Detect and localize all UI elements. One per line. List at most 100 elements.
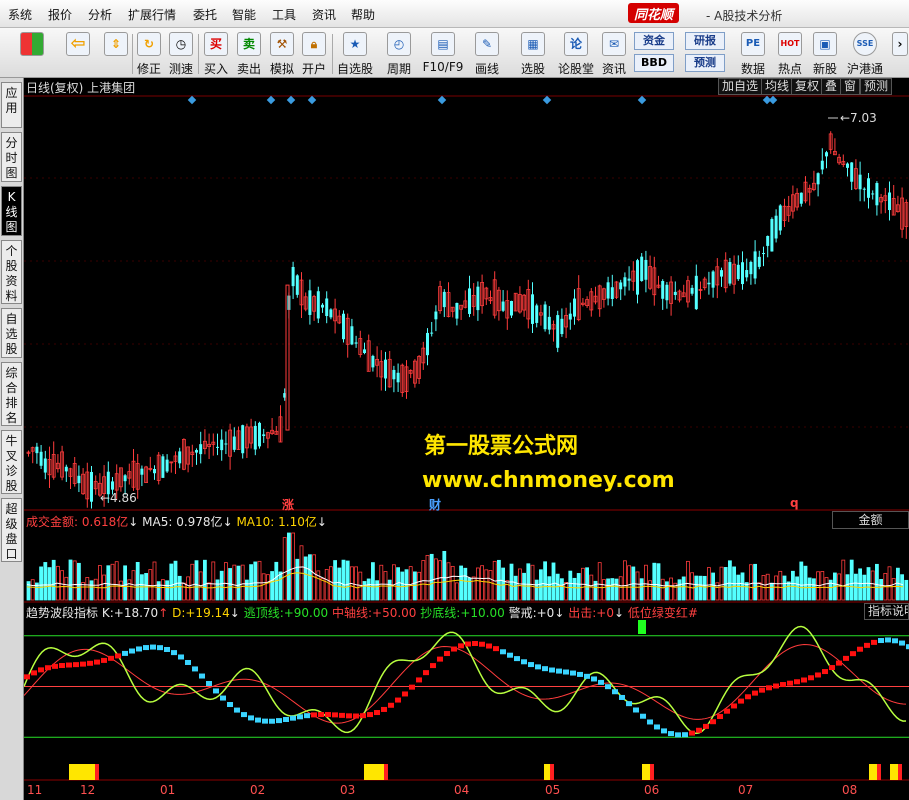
candle-body xyxy=(442,291,446,308)
info-diamond-icon xyxy=(437,95,447,105)
forecast-button[interactable]: 预测 xyxy=(685,54,725,72)
event-finance[interactable]: 财 xyxy=(429,496,441,513)
volume-bar xyxy=(379,564,384,601)
volume-bar xyxy=(547,576,552,601)
stock-select-button[interactable]: ▦ 选股 xyxy=(512,28,554,78)
trend-block xyxy=(514,656,520,662)
hot-button[interactable]: HOT 热点 xyxy=(772,28,808,78)
candle-body xyxy=(43,458,47,473)
candle-body xyxy=(140,468,144,475)
volume-bar xyxy=(110,563,115,601)
volume-bar xyxy=(156,581,161,601)
f10-button[interactable]: ▤ F10/F9 xyxy=(421,28,465,78)
tab-diagnosis[interactable]: 牛叉诊股 xyxy=(1,430,22,494)
middle-value: +50.00 xyxy=(372,606,417,620)
trend-block xyxy=(696,727,702,733)
buy-button[interactable]: 买 买入 xyxy=(200,28,232,78)
forecast-chart-button[interactable]: 预测 xyxy=(860,78,893,95)
menu-ext-quote[interactable]: 扩展行情 xyxy=(128,6,176,23)
tab-ranking[interactable]: 综合排名 xyxy=(1,362,22,426)
trend-block xyxy=(479,641,485,647)
draw-line-button[interactable]: ✎ 画线 xyxy=(466,28,508,78)
fix-button[interactable]: ↻ 修正 xyxy=(133,28,165,78)
menu-system[interactable]: 系统 xyxy=(8,6,32,23)
trend-block xyxy=(829,665,835,671)
up-down-button[interactable]: ⇕ xyxy=(100,28,132,78)
forum-button[interactable]: 论 论股堂 xyxy=(556,28,596,78)
tab-intraday[interactable]: 分时图 xyxy=(1,132,22,182)
price-panel-header: 日线(复权) 上港集团 xyxy=(26,81,136,95)
trend-block xyxy=(500,649,506,655)
overlay-button[interactable]: 叠 xyxy=(821,78,842,95)
volume-bar xyxy=(875,563,879,601)
volume-bar xyxy=(135,561,140,601)
simulate-button[interactable]: ⚒ 模拟 xyxy=(266,28,298,78)
amount-button[interactable]: 金额 xyxy=(832,511,909,529)
tab-kline[interactable]: K线图 xyxy=(1,186,22,236)
more-button[interactable]: › xyxy=(891,28,909,78)
lock-icon: 🔒︎ xyxy=(302,32,326,56)
volume-bar xyxy=(270,571,275,601)
period-button[interactable]: ◴ 周期 xyxy=(378,28,420,78)
candle-body xyxy=(560,318,564,335)
candle-body xyxy=(434,311,438,320)
speed-test-button[interactable]: ◷ 测速 xyxy=(165,28,197,78)
volume-bar xyxy=(904,579,909,601)
trend-block xyxy=(346,713,352,719)
menu-analysis[interactable]: 分析 xyxy=(88,6,112,23)
event-limit-up[interactable]: 涨 xyxy=(282,496,294,513)
candle-body xyxy=(384,359,387,379)
volume-bar xyxy=(475,567,480,601)
open-account-button[interactable]: 🔒︎ 开户 xyxy=(298,28,330,78)
volume-bar xyxy=(173,560,178,601)
adjust-button[interactable]: 复权 xyxy=(791,78,824,95)
candle-body xyxy=(820,160,824,170)
grid-button[interactable] xyxy=(12,28,52,78)
indicator-help-button[interactable]: 指标说明 xyxy=(864,603,909,620)
candle-body xyxy=(216,446,219,448)
tab-watchlist[interactable]: 自选股 xyxy=(1,308,22,358)
tab-profile[interactable]: 个股资料 xyxy=(1,240,22,304)
tab-apps[interactable]: 应用 xyxy=(1,82,22,128)
news-button[interactable]: ✉ 资讯 xyxy=(598,28,630,78)
d-label: D: xyxy=(172,606,186,620)
sell-button[interactable]: 卖 卖出 xyxy=(233,28,265,78)
data-button[interactable]: PE 数据 xyxy=(736,28,770,78)
back-button[interactable]: ⇦ xyxy=(58,28,98,78)
volume-bar xyxy=(207,582,212,601)
fund-button[interactable]: 资金 xyxy=(634,32,674,50)
bbd-button[interactable]: BBD xyxy=(634,54,674,72)
new-stock-button[interactable]: ▣ 新股 xyxy=(808,28,842,78)
volume-bar xyxy=(85,577,90,601)
add-watchlist-button[interactable]: 加自选 xyxy=(718,78,763,95)
event-q[interactable]: q xyxy=(790,496,799,510)
volume-bar xyxy=(387,579,392,601)
candle-body xyxy=(476,286,480,311)
tab-depth[interactable]: 超级盘口 xyxy=(1,498,22,562)
volume-bar xyxy=(261,573,266,601)
candle-body xyxy=(862,188,866,190)
candle-body xyxy=(619,282,623,290)
volume-bar xyxy=(526,563,531,601)
research-button[interactable]: 研报 xyxy=(685,32,725,50)
trend-block xyxy=(682,732,688,738)
trend-block xyxy=(122,650,128,656)
trend-block xyxy=(129,648,135,654)
menu-help[interactable]: 帮助 xyxy=(351,6,375,23)
menu-tools[interactable]: 工具 xyxy=(272,6,296,23)
sh-hk-button[interactable]: SSE 沪港通 xyxy=(843,28,887,78)
menu-quote[interactable]: 报价 xyxy=(48,6,72,23)
watchlist-button[interactable]: ★ 自选股 xyxy=(334,28,376,78)
window-button[interactable]: 窗 xyxy=(840,78,861,95)
volume-bar xyxy=(681,576,686,601)
menu-smart[interactable]: 智能 xyxy=(232,6,256,23)
trend-block xyxy=(171,650,177,656)
month-label: 02 xyxy=(250,783,266,797)
volume-bar xyxy=(564,582,568,601)
volume-bar xyxy=(799,561,804,601)
menu-trade[interactable]: 委托 xyxy=(193,6,217,23)
trend-block xyxy=(780,682,786,688)
menu-news[interactable]: 资讯 xyxy=(312,6,336,23)
volume-bar xyxy=(223,562,228,601)
ma-button[interactable]: 均线 xyxy=(761,78,794,95)
